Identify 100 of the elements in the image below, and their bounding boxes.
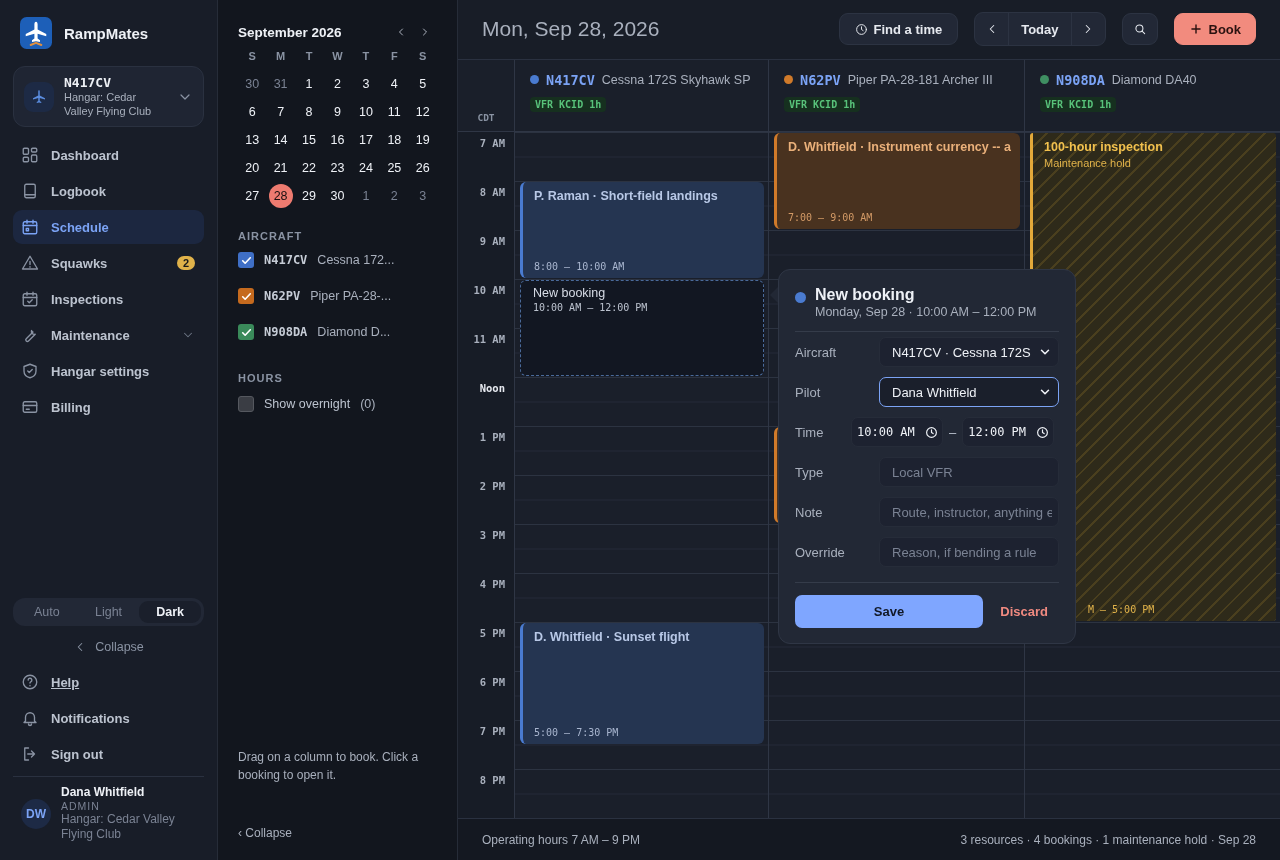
field-label: Note: [795, 504, 824, 520]
booking-time: 7:00 – 9:00 AM: [788, 212, 874, 224]
collapse-button[interactable]: Collapse: [73, 640, 144, 654]
booking-block[interactable]: D. Whitfield · Instrument currency -- a 7:00 – 9:00 AM: [774, 133, 1020, 230]
aircraft-switcher[interactable]: N417CV Hangar: Cedar Valley Flying Club: [13, 66, 204, 127]
select-field[interactable]: N417CV · Cessna 172S: [879, 337, 1059, 367]
calendar-day[interactable]: 20: [240, 156, 265, 180]
save-button[interactable]: Save: [795, 595, 983, 628]
calendar-day[interactable]: 11: [382, 100, 407, 124]
checkbox[interactable]: [238, 252, 254, 268]
time-field[interactable]: 12:00 PM: [962, 417, 1055, 447]
booking-block[interactable]: D. Whitfield · Sunset flight 5:00 – 7:30 PM: [520, 623, 764, 744]
weather-tag: VFR KCID 1h: [530, 96, 607, 112]
calendar-day[interactable]: 26: [410, 156, 435, 180]
user-hangar: Hangar: Cedar Valley Flying Club: [61, 812, 176, 842]
aircraft-model: Piper PA-28-...: [310, 289, 392, 303]
draft-booking[interactable]: New booking 10:00 AM – 12:00 PM: [520, 280, 764, 377]
nav-item[interactable]: Logbook: [13, 174, 204, 208]
calendar-day[interactable]: 18: [382, 128, 407, 152]
calendar-day[interactable]: 13: [240, 128, 265, 152]
status-text: 3 resources · 4 bookings · 1 maintenance hold · Sep 28: [960, 832, 1256, 847]
theme-option[interactable]: Light: [77, 601, 140, 623]
nav-item[interactable]: Schedule: [13, 210, 204, 244]
calendar-check-icon: [21, 290, 39, 308]
calendar-day[interactable]: 5: [410, 72, 435, 96]
weekday-label: M: [275, 49, 287, 64]
field-label: Time: [795, 424, 825, 440]
book-button[interactable]: Book: [1173, 13, 1256, 46]
weekday-label: S: [418, 49, 428, 64]
theme-option[interactable]: Dark: [139, 601, 201, 623]
calendar-day[interactable]: 4: [382, 72, 407, 96]
calendar-day[interactable]: 6: [240, 100, 265, 124]
calendar-day[interactable]: 27: [240, 184, 265, 208]
calendar-day[interactable]: 30: [325, 184, 350, 208]
calendar-day[interactable]: 23: [325, 156, 350, 180]
calendar-day[interactable]: 3: [353, 72, 378, 96]
calendar-day[interactable]: 29: [297, 184, 322, 208]
calendar-icon: [21, 218, 39, 236]
user-role: ADMIN: [61, 800, 101, 812]
calendar-day[interactable]: 19: [410, 128, 435, 152]
nav-item[interactable]: Maintenance: [13, 318, 204, 352]
calendar-day[interactable]: 24: [353, 156, 378, 180]
calendar-day[interactable]: 28: [268, 184, 293, 208]
calendar-day[interactable]: 15: [297, 128, 322, 152]
collapse-button[interactable]: ‹ Collapse: [238, 826, 437, 840]
range-separator: –: [949, 424, 957, 440]
nav-item[interactable]: Hangar settings: [13, 354, 204, 388]
calendar-day[interactable]: 30: [240, 72, 265, 96]
calendar-day[interactable]: 3: [410, 184, 435, 208]
calendar-day[interactable]: 16: [325, 128, 350, 152]
sidebar-link[interactable]: Notifications: [13, 700, 204, 736]
calendar-day[interactable]: 31: [268, 72, 293, 96]
find-time-button[interactable]: Find a time: [838, 13, 959, 46]
month-title: September 2026: [238, 24, 343, 40]
calendar-day[interactable]: 10: [353, 100, 378, 124]
aircraft-model: Diamond D...: [317, 325, 391, 339]
field-label: Aircraft: [795, 344, 838, 360]
sidebar-link[interactable]: Sign out: [13, 736, 204, 772]
time-field[interactable]: 10:00 AM: [851, 417, 943, 447]
aircraft-tail: N908DA: [264, 325, 308, 339]
checkbox[interactable]: [238, 288, 254, 304]
nav-item[interactable]: Inspections: [13, 282, 204, 316]
calendar-day[interactable]: 25: [382, 156, 407, 180]
sidebar-link[interactable]: Help: [13, 664, 204, 700]
calendar-day[interactable]: 17: [353, 128, 378, 152]
weekday-label: W: [331, 49, 344, 64]
calendar-day[interactable]: 2: [325, 72, 350, 96]
calendar-day[interactable]: 9: [325, 100, 350, 124]
calendar-day[interactable]: 22: [297, 156, 322, 180]
calendar-day[interactable]: 12: [410, 100, 435, 124]
checkbox[interactable]: [238, 396, 254, 412]
booking-title: D. Whitfield · Instrument currency -- a: [788, 140, 1010, 155]
calendar-day[interactable]: 21: [268, 156, 293, 180]
calendar-day[interactable]: 1: [297, 72, 322, 96]
aircraft-model: Cessna 172...: [317, 253, 395, 267]
grid-icon: [21, 146, 39, 164]
booking-time: 10:00 AM – 12:00 PM: [533, 302, 649, 314]
field-label: Pilot: [795, 384, 822, 400]
weather-tag: VFR KCID 1h: [1040, 96, 1117, 112]
option-label: Show overnight: [264, 397, 351, 411]
theme-option[interactable]: Auto: [16, 601, 78, 623]
search-button[interactable]: [1121, 13, 1158, 46]
input-field[interactable]: Local VFR: [879, 457, 1059, 487]
calendar-day[interactable]: 7: [268, 100, 293, 124]
help-text: Drag on a column to book. Click a booking to open it.: [238, 749, 420, 784]
nav-item[interactable]: Dashboard: [13, 138, 204, 172]
select-field[interactable]: Dana Whitfield: [879, 377, 1059, 407]
checkbox[interactable]: [238, 324, 254, 340]
booking-title: New booking: [533, 286, 607, 301]
nav-item[interactable]: Billing: [13, 390, 204, 424]
calendar-day[interactable]: 8: [297, 100, 322, 124]
calendar-day[interactable]: 2: [382, 184, 407, 208]
calendar-day[interactable]: 14: [268, 128, 293, 152]
booking-time: M – 5:00 PM: [1087, 604, 1156, 616]
input-field[interactable]: Reason, if bending a rule: [879, 537, 1059, 567]
nav-item[interactable]: Squawks 2: [13, 246, 204, 280]
search-icon: [1132, 22, 1147, 37]
count-label: (0): [360, 397, 376, 411]
calendar-day[interactable]: 1: [353, 184, 378, 208]
booking-block[interactable]: P. Raman · Short-field landings 8:00 – 10:00 AM: [520, 182, 764, 279]
